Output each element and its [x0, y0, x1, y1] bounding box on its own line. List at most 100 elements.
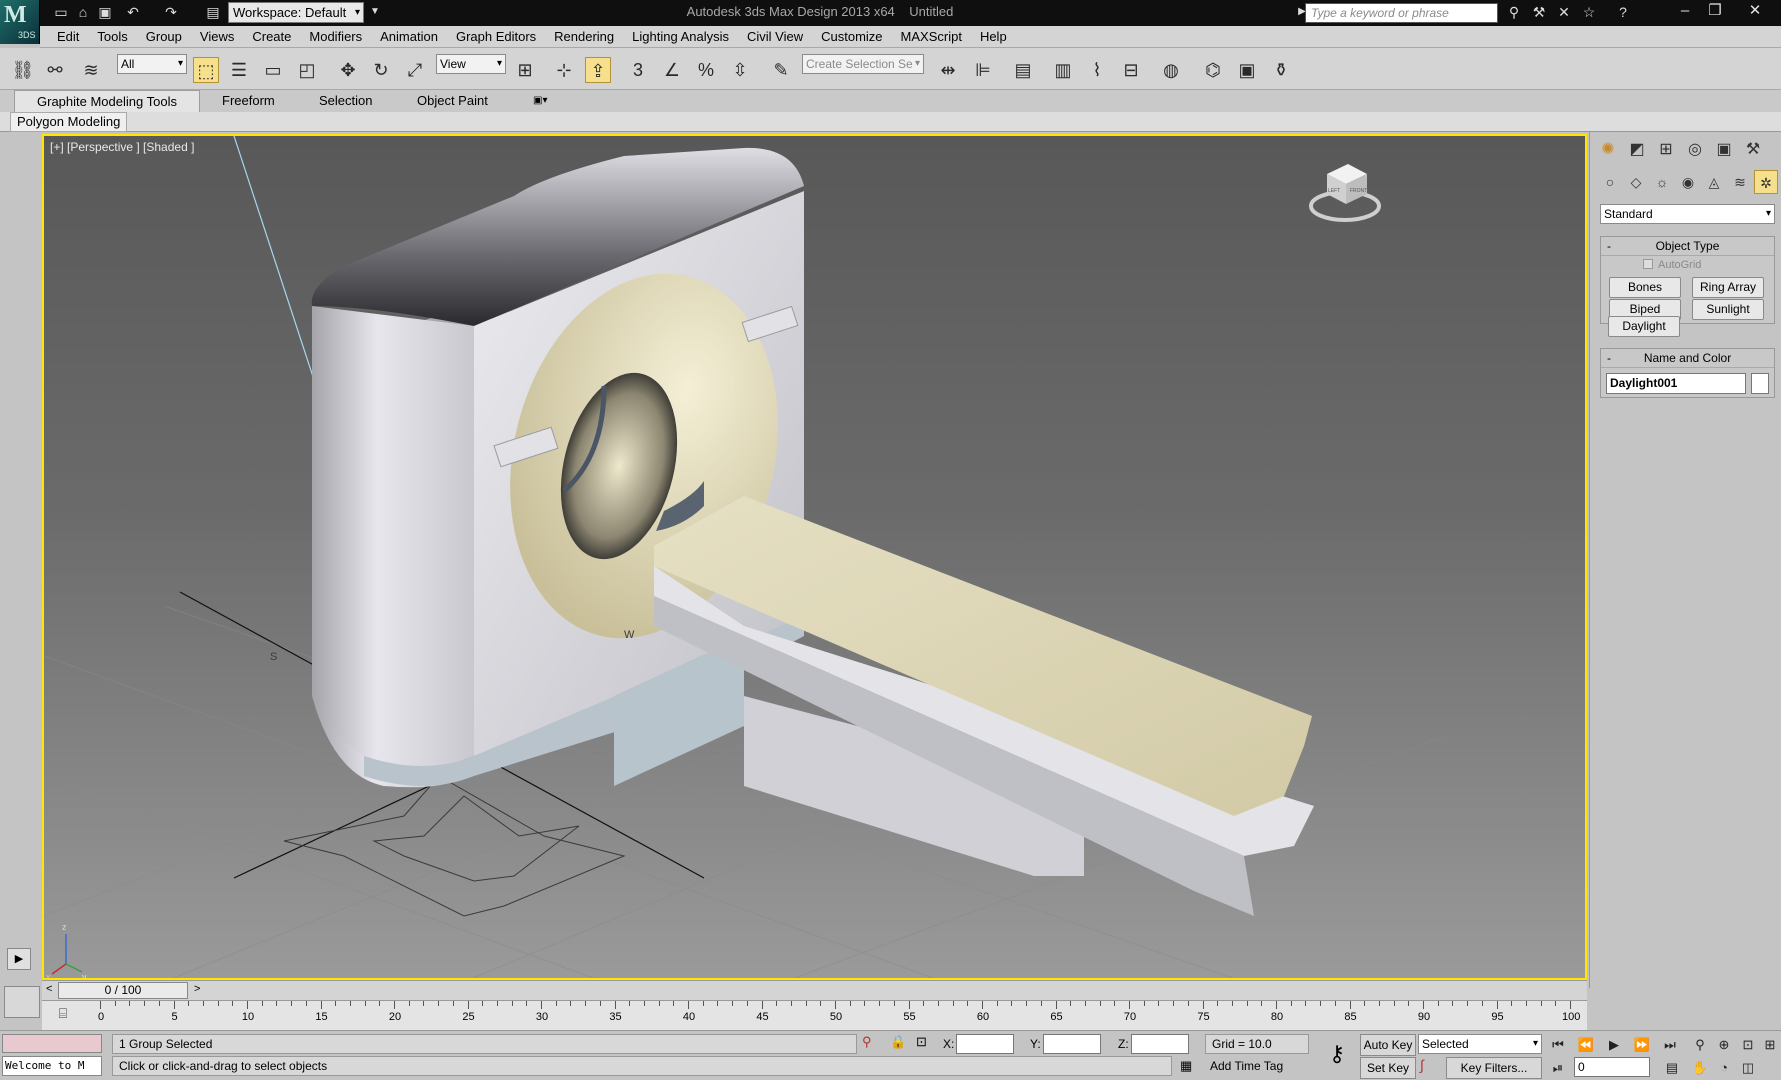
- snaps-toggle-icon[interactable]: 3: [625, 57, 651, 83]
- zoom-extents-icon[interactable]: ⊡: [1736, 1034, 1760, 1056]
- object-color-swatch[interactable]: [1751, 373, 1769, 394]
- helpers-icon[interactable]: ◬: [1702, 170, 1726, 194]
- help-icon[interactable]: ?: [1614, 3, 1632, 21]
- menu-graph-editors[interactable]: Graph Editors: [447, 26, 545, 48]
- auto-key-button[interactable]: Auto Key: [1360, 1034, 1416, 1056]
- selection-lock-icon[interactable]: 🔒: [890, 1034, 906, 1050]
- pan-view-icon[interactable]: ✋: [1688, 1057, 1712, 1079]
- schematic-view-icon[interactable]: ⊟: [1118, 57, 1144, 83]
- panel-polygon-modeling[interactable]: Polygon Modeling: [10, 112, 128, 132]
- lights-icon[interactable]: ☼: [1650, 170, 1674, 194]
- daylight-button[interactable]: Daylight: [1608, 316, 1680, 337]
- systems-icon[interactable]: ✲: [1754, 170, 1778, 194]
- render-setup-icon[interactable]: ⌬: [1200, 57, 1226, 83]
- maxscript-listener[interactable]: Welcome to M: [2, 1056, 102, 1076]
- menu-customize[interactable]: Customize: [812, 26, 891, 48]
- menu-maxscript[interactable]: MAXScript: [892, 26, 971, 48]
- open-file-icon[interactable]: ⌂: [74, 3, 92, 21]
- category-dropdown[interactable]: Standard: [1600, 204, 1775, 224]
- rendered-frame-window-icon[interactable]: ▣: [1234, 57, 1260, 83]
- cameras-icon[interactable]: ◉: [1676, 170, 1700, 194]
- autogrid-checkbox[interactable]: AutoGrid: [1643, 259, 1701, 271]
- display-panel-icon[interactable]: ▣: [1712, 138, 1736, 162]
- undo-icon[interactable]: ↶: [124, 3, 142, 21]
- select-and-link-icon[interactable]: ⛓: [10, 57, 36, 83]
- menu-modifiers[interactable]: Modifiers: [300, 26, 371, 48]
- save-icon[interactable]: ▣: [96, 3, 114, 21]
- viewcube[interactable]: LEFT FRONT: [1309, 164, 1381, 222]
- named-selection-sets-dropdown[interactable]: Create Selection Se: [802, 54, 924, 74]
- communication-center-icon[interactable]: ✕: [1555, 3, 1573, 21]
- tab-object-paint[interactable]: Object Paint: [417, 90, 488, 112]
- goto-start-icon[interactable]: ⏮: [1546, 1034, 1570, 1056]
- object-type-header[interactable]: - Object Type: [1601, 237, 1774, 256]
- menu-help[interactable]: Help: [971, 26, 1016, 48]
- binoculars-icon[interactable]: ⚲: [1505, 3, 1523, 21]
- select-object-icon[interactable]: ⬚: [193, 57, 219, 83]
- next-frame-icon[interactable]: ⏩: [1630, 1034, 1654, 1056]
- edit-named-selection-icon[interactable]: ✎: [768, 57, 794, 83]
- time-slider[interactable]: < 0 / 100 >: [42, 980, 1587, 1000]
- angle-snap-icon[interactable]: ∠: [659, 57, 685, 83]
- spinner-snap-icon[interactable]: ⇳: [727, 57, 753, 83]
- pivot-center-icon[interactable]: ⊞: [512, 57, 538, 83]
- percent-snap-icon[interactable]: %: [693, 57, 719, 83]
- restore-icon[interactable]: ❐: [1700, 0, 1730, 22]
- curve-editor-icon[interactable]: ⌇: [1084, 57, 1110, 83]
- name-and-color-header[interactable]: - Name and Color: [1601, 349, 1774, 368]
- create-panel-icon[interactable]: ✺: [1596, 138, 1620, 162]
- quick-access-menu-icon[interactable]: ▼: [366, 3, 384, 21]
- align-icon[interactable]: ⊫: [970, 57, 996, 83]
- absolute-mode-icon[interactable]: ⊡: [916, 1034, 927, 1050]
- zoom-icon[interactable]: ⚲: [1688, 1034, 1712, 1056]
- key-mode-dropdown[interactable]: Selected: [1418, 1034, 1542, 1054]
- menu-edit[interactable]: Edit: [48, 26, 88, 48]
- menu-rendering[interactable]: Rendering: [545, 26, 623, 48]
- selection-filter-dropdown[interactable]: All: [117, 54, 187, 74]
- minimize-icon[interactable]: ‒: [1670, 0, 1700, 22]
- add-time-tag[interactable]: Add Time Tag: [1204, 1056, 1312, 1076]
- layer-manager-icon[interactable]: ▤: [1010, 57, 1036, 83]
- orbit-icon[interactable]: ◔: [1712, 1057, 1736, 1079]
- menu-views[interactable]: Views: [191, 26, 243, 48]
- key-filters-button[interactable]: Key Filters...: [1446, 1057, 1542, 1079]
- modify-panel-icon[interactable]: ◩: [1625, 138, 1649, 162]
- shapes-icon[interactable]: ◇: [1624, 170, 1648, 194]
- select-manipulate-icon[interactable]: ⊹: [551, 57, 577, 83]
- field-of-view-icon[interactable]: ▤: [1660, 1057, 1684, 1079]
- mirror-icon[interactable]: ⇹: [935, 57, 961, 83]
- sunlight-button[interactable]: Sunlight: [1692, 299, 1764, 320]
- keyboard-shortcut-override-icon[interactable]: ⇪: [585, 57, 611, 83]
- ribbon-options-icon[interactable]: ▣▾: [533, 90, 547, 112]
- application-button[interactable]: M 3DS: [0, 0, 40, 44]
- redo-icon[interactable]: ↷: [162, 3, 180, 21]
- tab-graphite-modeling-tools[interactable]: Graphite Modeling Tools: [14, 90, 200, 113]
- menu-civil-view[interactable]: Civil View: [738, 26, 812, 48]
- current-frame-input[interactable]: 0: [1574, 1057, 1650, 1077]
- utilities-panel-icon[interactable]: ⚒: [1741, 138, 1765, 162]
- close-icon[interactable]: ✕: [1740, 0, 1770, 22]
- x-coordinate-input[interactable]: [956, 1034, 1014, 1054]
- menu-animation[interactable]: Animation: [371, 26, 447, 48]
- selection-region-icon[interactable]: ▭: [260, 57, 286, 83]
- maxscript-listener-pink[interactable]: [2, 1034, 102, 1053]
- expand-track-bar-icon[interactable]: ▶: [7, 948, 31, 970]
- z-coordinate-input[interactable]: [1131, 1034, 1189, 1054]
- time-next-icon[interactable]: >: [194, 983, 200, 995]
- play-icon[interactable]: ▶: [1602, 1034, 1626, 1056]
- space-warps-icon[interactable]: ≋: [1728, 170, 1752, 194]
- reference-coordinate-dropdown[interactable]: View: [436, 54, 506, 74]
- search-input[interactable]: Type a keyword or phrase: [1305, 3, 1498, 23]
- select-and-rotate-icon[interactable]: ↻: [368, 57, 394, 83]
- bind-to-space-warp-icon[interactable]: ≋: [78, 57, 104, 83]
- menu-group[interactable]: Group: [137, 26, 191, 48]
- material-editor-icon[interactable]: ◍: [1158, 57, 1184, 83]
- isolate-selection-icon[interactable]: ⚲: [862, 1034, 872, 1050]
- render-production-icon[interactable]: ⚱: [1268, 57, 1294, 83]
- goto-end-icon[interactable]: ⏭: [1658, 1034, 1682, 1056]
- bones-button[interactable]: Bones: [1609, 277, 1681, 298]
- set-key-icon[interactable]: ⚷: [1322, 1041, 1352, 1071]
- set-key-button[interactable]: Set Key: [1360, 1057, 1416, 1079]
- tab-freeform[interactable]: Freeform: [222, 90, 275, 112]
- perspective-viewport[interactable]: [+] [Perspective ] [Shaded ] S W LEFT FR…: [42, 134, 1587, 980]
